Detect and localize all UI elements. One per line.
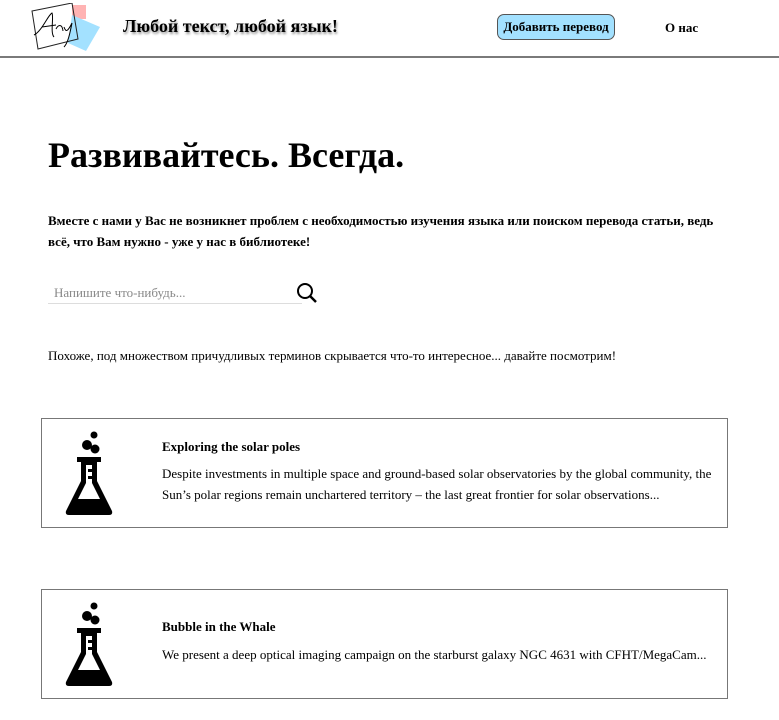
article-card[interactable]: Bubble in the Whale We present a deep op… — [41, 589, 728, 699]
header: Любой текст, любой язык! Добавить перево… — [0, 0, 779, 58]
article-excerpt: Despite investments in multiple space an… — [162, 466, 712, 502]
add-translation-button[interactable]: Добавить перевод — [497, 14, 615, 40]
hint-text: Похоже, под множеством причудливых терми… — [48, 348, 617, 363]
tagline: Любой текст, любой язык! — [123, 16, 338, 36]
lead-text: Вместе с нами у Вас не возникнет проблем… — [48, 213, 714, 249]
logo[interactable] — [28, 3, 104, 53]
page-title: Развивайтесь. Всегда. — [48, 135, 405, 175]
about-link[interactable]: О нас — [665, 20, 698, 36]
search-icon[interactable] — [295, 281, 319, 305]
flask-icon — [65, 602, 113, 686]
article-excerpt: We present a deep optical imaging campai… — [162, 647, 707, 662]
flask-icon — [65, 431, 113, 515]
article-title[interactable]: Bubble in the Whale — [162, 619, 276, 635]
article-card[interactable]: Exploring the solar poles Despite invest… — [41, 418, 728, 528]
article-title[interactable]: Exploring the solar poles — [162, 439, 300, 455]
search-input[interactable] — [48, 283, 302, 304]
